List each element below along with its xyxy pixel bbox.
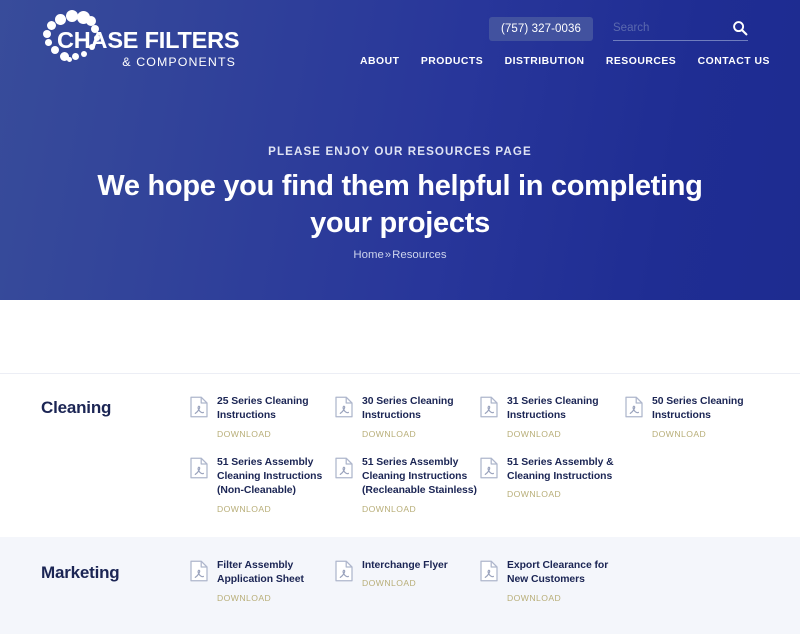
site-logo[interactable]: CHASE FILTERS & COMPONENTS <box>36 8 240 70</box>
resource-item[interactable]: Interchange Flyer DOWNLOAD <box>335 559 480 606</box>
resource-item[interactable]: 51 Series Assembly Cleaning Instructions… <box>190 456 335 517</box>
pdf-file-icon <box>190 457 208 479</box>
main-navigation: ABOUT PRODUCTS DISTRIBUTION RESOURCES CO… <box>360 56 770 67</box>
pdf-file-icon <box>480 560 498 582</box>
resource-item-body: 51 Series Assembly Cleaning Instructions… <box>362 456 480 517</box>
download-link[interactable]: DOWNLOAD <box>507 429 561 439</box>
resource-item-body: Export Clearance for New Customers DOWNLO… <box>507 559 625 606</box>
resource-item-title: 51 Series Assembly Cleaning Instructions… <box>217 456 323 497</box>
nav-item-resources[interactable]: RESOURCES <box>606 56 676 67</box>
search-icon[interactable] <box>732 20 748 36</box>
resource-list-cleaning: 25 Series Cleaning Instructions DOWNLOAD … <box>190 382 800 531</box>
resource-section-marketing: Marketing Filter Assembly Application Sh… <box>0 537 800 634</box>
search-input[interactable] <box>613 17 723 39</box>
resource-item-title: 30 Series Cleaning Instructions <box>362 396 454 422</box>
nav-item-distribution[interactable]: DISTRIBUTION <box>505 56 585 67</box>
pdf-file-icon <box>480 396 498 418</box>
resource-item-title: Interchange Flyer <box>362 560 448 571</box>
logo-wordmark: CHASE FILTERS & COMPONENTS <box>57 27 240 69</box>
download-link[interactable]: DOWNLOAD <box>217 429 271 439</box>
resource-item[interactable]: 25 Series Cleaning Instructions DOWNLOAD <box>190 395 335 442</box>
logo-main-text: CHASE FILTERS <box>57 27 240 53</box>
resource-item-body: 25 Series Cleaning Instructions DOWNLOAD <box>217 395 335 442</box>
download-link[interactable]: DOWNLOAD <box>362 578 416 588</box>
download-link[interactable]: DOWNLOAD <box>362 504 416 514</box>
download-link[interactable]: DOWNLOAD <box>217 504 271 514</box>
download-link[interactable]: DOWNLOAD <box>507 593 561 603</box>
breadcrumb-home[interactable]: Home <box>353 249 383 261</box>
download-link[interactable]: DOWNLOAD <box>652 429 706 439</box>
phone-button[interactable]: (757) 327-0036 <box>489 17 593 41</box>
resource-item[interactable]: 50 Series Cleaning Instructions DOWNLOAD <box>625 395 770 442</box>
resource-item-title: 31 Series Cleaning Instructions <box>507 396 599 422</box>
content-divider <box>0 373 800 374</box>
pdf-file-icon <box>335 396 353 418</box>
hero-content: CHASE FILTERS & COMPONENTS (757) 327-003… <box>0 0 800 300</box>
logo-sub-text: & COMPONENTS <box>122 54 236 69</box>
nav-item-about[interactable]: ABOUT <box>360 56 399 67</box>
breadcrumb: Home»Resources <box>0 249 800 261</box>
pdf-file-icon <box>335 560 353 582</box>
hero-banner: CHASE FILTERS & COMPONENTS (757) 327-003… <box>0 0 800 300</box>
page-title: We hope you find them helpful in complet… <box>97 170 703 239</box>
hero-eyebrow: PLEASE ENJOY OUR RESOURCES PAGE <box>268 145 532 158</box>
pdf-file-icon <box>335 457 353 479</box>
nav-item-products[interactable]: PRODUCTS <box>421 56 483 67</box>
resource-item-title: 51 Series Assembly Cleaning Instructions… <box>362 456 477 497</box>
resource-item[interactable]: Filter Assembly Application Sheet DOWNLOA… <box>190 559 335 606</box>
resource-item-body: 30 Series Cleaning Instructions DOWNLOAD <box>362 395 480 442</box>
resource-item-body: 50 Series Cleaning Instructions DOWNLOAD <box>652 395 770 442</box>
breadcrumb-separator: » <box>384 249 392 261</box>
pdf-file-icon <box>190 560 208 582</box>
resource-item-body: Filter Assembly Application Sheet DOWNLOA… <box>217 559 335 606</box>
resource-list-marketing: Filter Assembly Application Sheet DOWNLOA… <box>190 537 800 620</box>
resource-section-cleaning: Cleaning 25 Series Cleaning Instructions… <box>0 382 800 537</box>
resource-item-body: 51 Series Assembly Cleaning Instructions… <box>217 456 335 517</box>
resource-item[interactable]: 51 Series Assembly & Cleaning Instructio… <box>480 456 625 517</box>
resource-item-title: 50 Series Cleaning Instructions <box>652 396 744 422</box>
resource-item-title: Filter Assembly Application Sheet <box>217 560 304 586</box>
resource-item[interactable]: 51 Series Assembly Cleaning Instructions… <box>335 456 480 517</box>
resource-item-body: 51 Series Assembly & Cleaning Instructio… <box>507 456 625 503</box>
resource-item-title: 25 Series Cleaning Instructions <box>217 396 309 422</box>
resource-item-title: 51 Series Assembly & Cleaning Instructio… <box>507 456 614 483</box>
pdf-file-icon <box>625 396 643 418</box>
nav-item-contact-us[interactable]: CONTACT US <box>698 56 770 67</box>
search-box <box>613 17 748 41</box>
download-link[interactable]: DOWNLOAD <box>507 489 561 499</box>
pdf-file-icon <box>190 396 208 418</box>
resource-item[interactable]: Export Clearance for New Customers DOWNLO… <box>480 559 625 606</box>
resource-item[interactable]: 30 Series Cleaning Instructions DOWNLOAD <box>335 395 480 442</box>
resource-item-title: Export Clearance for New Customers <box>507 560 609 586</box>
download-link[interactable]: DOWNLOAD <box>217 593 271 603</box>
pdf-file-icon <box>480 457 498 479</box>
resource-item-body: 31 Series Cleaning Instructions DOWNLOAD <box>507 395 625 442</box>
download-link[interactable]: DOWNLOAD <box>362 429 416 439</box>
page-root: CHASE FILTERS & COMPONENTS (757) 327-003… <box>0 0 800 634</box>
resource-item-body: Interchange Flyer DOWNLOAD <box>362 559 480 591</box>
resource-item[interactable]: 31 Series Cleaning Instructions DOWNLOAD <box>480 395 625 442</box>
breadcrumb-current: Resources <box>392 249 447 261</box>
section-title-cleaning: Cleaning <box>41 398 112 417</box>
section-title-marketing: Marketing <box>41 563 120 582</box>
